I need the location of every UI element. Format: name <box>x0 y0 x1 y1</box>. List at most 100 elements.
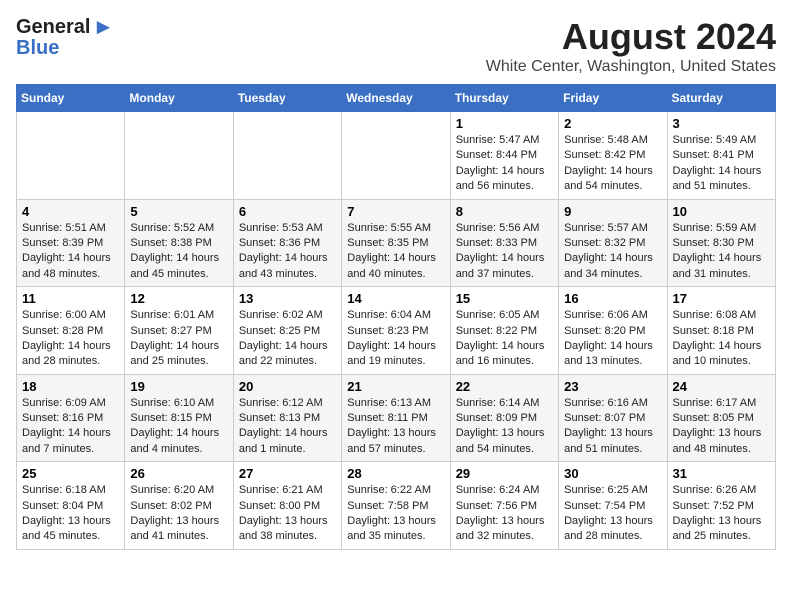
calendar-cell: 4Sunrise: 5:51 AM Sunset: 8:39 PM Daylig… <box>17 199 125 287</box>
day-number: 18 <box>22 379 119 394</box>
calendar-cell: 27 Sunrise: 6:21 AM Sunset: 8:00 PM Dayli… <box>233 462 341 550</box>
day-detail: Sunrise: 6:21 AM Sunset: 8:00 PM Dayligh… <box>239 484 328 542</box>
day-number: 24 <box>673 379 770 394</box>
day-detail: Sunrise: 6:25 AM Sunset: 7:54 PM Dayligh… <box>564 484 653 542</box>
day-header: Saturday <box>667 85 775 112</box>
calendar-cell: 6 Sunrise: 5:53 AM Sunset: 8:36 PM Daylig… <box>233 199 341 287</box>
main-title: August 2024 <box>486 16 776 58</box>
calendar-week-row: 4Sunrise: 5:51 AM Sunset: 8:39 PM Daylig… <box>17 199 776 287</box>
day-number: 8 <box>456 204 553 219</box>
calendar-cell: 30 Sunrise: 6:25 AM Sunset: 7:54 PM Dayli… <box>559 462 667 550</box>
calendar-cell: 14Sunrise: 6:04 AM Sunset: 8:23 PM Dayli… <box>342 287 450 375</box>
calendar-cell: 2 Sunrise: 5:48 AM Sunset: 8:42 PM Daylig… <box>559 112 667 200</box>
calendar-cell: 23 Sunrise: 6:16 AM Sunset: 8:07 PM Dayli… <box>559 374 667 462</box>
day-detail: Sunrise: 5:52 AM Sunset: 8:38 PM Dayligh… <box>130 222 219 280</box>
calendar-cell: 21Sunrise: 6:13 AM Sunset: 8:11 PM Dayli… <box>342 374 450 462</box>
day-number: 26 <box>130 466 227 481</box>
calendar-cell: 24Sunrise: 6:17 AM Sunset: 8:05 PM Dayli… <box>667 374 775 462</box>
day-number: 23 <box>564 379 661 394</box>
calendar-cell: 25 Sunrise: 6:18 AM Sunset: 8:04 PM Dayli… <box>17 462 125 550</box>
day-detail: Sunrise: 5:57 AM Sunset: 8:32 PM Dayligh… <box>564 222 653 280</box>
calendar-cell <box>342 112 450 200</box>
calendar-cell: 3 Sunrise: 5:49 AM Sunset: 8:41 PM Daylig… <box>667 112 775 200</box>
logo: General ► Blue <box>16 16 114 58</box>
calendar-cell: 19 Sunrise: 6:10 AM Sunset: 8:15 PM Dayli… <box>125 374 233 462</box>
day-number: 13 <box>239 291 336 306</box>
day-detail: Sunrise: 6:05 AM Sunset: 8:22 PM Dayligh… <box>456 309 545 367</box>
calendar-cell: 22 Sunrise: 6:14 AM Sunset: 8:09 PM Dayli… <box>450 374 558 462</box>
day-number: 25 <box>22 466 119 481</box>
logo-blue-text: Blue <box>16 38 59 58</box>
day-number: 12 <box>130 291 227 306</box>
day-number: 6 <box>239 204 336 219</box>
day-number: 2 <box>564 116 661 131</box>
day-header: Friday <box>559 85 667 112</box>
day-number: 5 <box>130 204 227 219</box>
day-number: 30 <box>564 466 661 481</box>
day-detail: Sunrise: 6:02 AM Sunset: 8:25 PM Dayligh… <box>239 309 328 367</box>
calendar-week-row: 11 Sunrise: 6:00 AM Sunset: 8:28 PM Dayli… <box>17 287 776 375</box>
calendar-cell: 16 Sunrise: 6:06 AM Sunset: 8:20 PM Dayli… <box>559 287 667 375</box>
day-detail: Sunrise: 6:12 AM Sunset: 8:13 PM Dayligh… <box>239 397 328 455</box>
day-number: 22 <box>456 379 553 394</box>
title-area: August 2024 White Center, Washington, Un… <box>486 16 776 76</box>
day-detail: Sunrise: 5:53 AM Sunset: 8:36 PM Dayligh… <box>239 222 328 280</box>
calendar-cell: 28Sunrise: 6:22 AM Sunset: 7:58 PM Dayli… <box>342 462 450 550</box>
day-number: 11 <box>22 291 119 306</box>
calendar-cell: 13 Sunrise: 6:02 AM Sunset: 8:25 PM Dayli… <box>233 287 341 375</box>
calendar-cell: 26 Sunrise: 6:20 AM Sunset: 8:02 PM Dayli… <box>125 462 233 550</box>
calendar-cell <box>125 112 233 200</box>
day-number: 16 <box>564 291 661 306</box>
day-number: 9 <box>564 204 661 219</box>
day-number: 28 <box>347 466 444 481</box>
calendar-cell: 18 Sunrise: 6:09 AM Sunset: 8:16 PM Dayli… <box>17 374 125 462</box>
day-number: 20 <box>239 379 336 394</box>
day-header: Wednesday <box>342 85 450 112</box>
day-header: Tuesday <box>233 85 341 112</box>
calendar-week-row: 18 Sunrise: 6:09 AM Sunset: 8:16 PM Dayli… <box>17 374 776 462</box>
day-number: 10 <box>673 204 770 219</box>
header: General ► Blue August 2024 White Center,… <box>16 16 776 76</box>
day-number: 14 <box>347 291 444 306</box>
calendar-cell: 7 Sunrise: 5:55 AM Sunset: 8:35 PM Daylig… <box>342 199 450 287</box>
day-detail: Sunrise: 5:51 AM Sunset: 8:39 PM Dayligh… <box>22 222 111 280</box>
calendar-cell: 29Sunrise: 6:24 AM Sunset: 7:56 PM Dayli… <box>450 462 558 550</box>
day-detail: Sunrise: 6:06 AM Sunset: 8:20 PM Dayligh… <box>564 309 653 367</box>
day-detail: Sunrise: 5:55 AM Sunset: 8:35 PM Dayligh… <box>347 222 436 280</box>
day-number: 27 <box>239 466 336 481</box>
day-detail: Sunrise: 6:20 AM Sunset: 8:02 PM Dayligh… <box>130 484 219 542</box>
day-number: 31 <box>673 466 770 481</box>
day-number: 17 <box>673 291 770 306</box>
calendar-cell: 12 Sunrise: 6:01 AM Sunset: 8:27 PM Dayli… <box>125 287 233 375</box>
day-header: Sunday <box>17 85 125 112</box>
day-detail: Sunrise: 6:00 AM Sunset: 8:28 PM Dayligh… <box>22 309 111 367</box>
logo-arrow-icon: ► <box>92 16 114 38</box>
calendar-cell: 20 Sunrise: 6:12 AM Sunset: 8:13 PM Dayli… <box>233 374 341 462</box>
day-detail: Sunrise: 6:26 AM Sunset: 7:52 PM Dayligh… <box>673 484 762 542</box>
day-detail: Sunrise: 5:49 AM Sunset: 8:41 PM Dayligh… <box>673 134 762 192</box>
day-detail: Sunrise: 6:24 AM Sunset: 7:56 PM Dayligh… <box>456 484 545 542</box>
day-detail: Sunrise: 6:09 AM Sunset: 8:16 PM Dayligh… <box>22 397 111 455</box>
day-detail: Sunrise: 5:48 AM Sunset: 8:42 PM Dayligh… <box>564 134 653 192</box>
calendar-cell: 8 Sunrise: 5:56 AM Sunset: 8:33 PM Daylig… <box>450 199 558 287</box>
calendar-week-row: 1Sunrise: 5:47 AM Sunset: 8:44 PM Daylig… <box>17 112 776 200</box>
subtitle: White Center, Washington, United States <box>486 58 776 76</box>
calendar-cell: 11 Sunrise: 6:00 AM Sunset: 8:28 PM Dayli… <box>17 287 125 375</box>
calendar-table: SundayMondayTuesdayWednesdayThursdayFrid… <box>16 84 776 550</box>
day-number: 1 <box>456 116 553 131</box>
day-detail: Sunrise: 6:18 AM Sunset: 8:04 PM Dayligh… <box>22 484 111 542</box>
day-number: 7 <box>347 204 444 219</box>
day-detail: Sunrise: 6:10 AM Sunset: 8:15 PM Dayligh… <box>130 397 219 455</box>
calendar-cell: 17Sunrise: 6:08 AM Sunset: 8:18 PM Dayli… <box>667 287 775 375</box>
day-detail: Sunrise: 6:14 AM Sunset: 8:09 PM Dayligh… <box>456 397 545 455</box>
calendar-cell: 10Sunrise: 5:59 AM Sunset: 8:30 PM Dayli… <box>667 199 775 287</box>
day-number: 15 <box>456 291 553 306</box>
day-number: 19 <box>130 379 227 394</box>
calendar-week-row: 25 Sunrise: 6:18 AM Sunset: 8:04 PM Dayli… <box>17 462 776 550</box>
day-header: Thursday <box>450 85 558 112</box>
calendar-cell <box>233 112 341 200</box>
day-detail: Sunrise: 5:56 AM Sunset: 8:33 PM Dayligh… <box>456 222 545 280</box>
day-number: 3 <box>673 116 770 131</box>
day-detail: Sunrise: 6:01 AM Sunset: 8:27 PM Dayligh… <box>130 309 219 367</box>
day-detail: Sunrise: 6:16 AM Sunset: 8:07 PM Dayligh… <box>564 397 653 455</box>
